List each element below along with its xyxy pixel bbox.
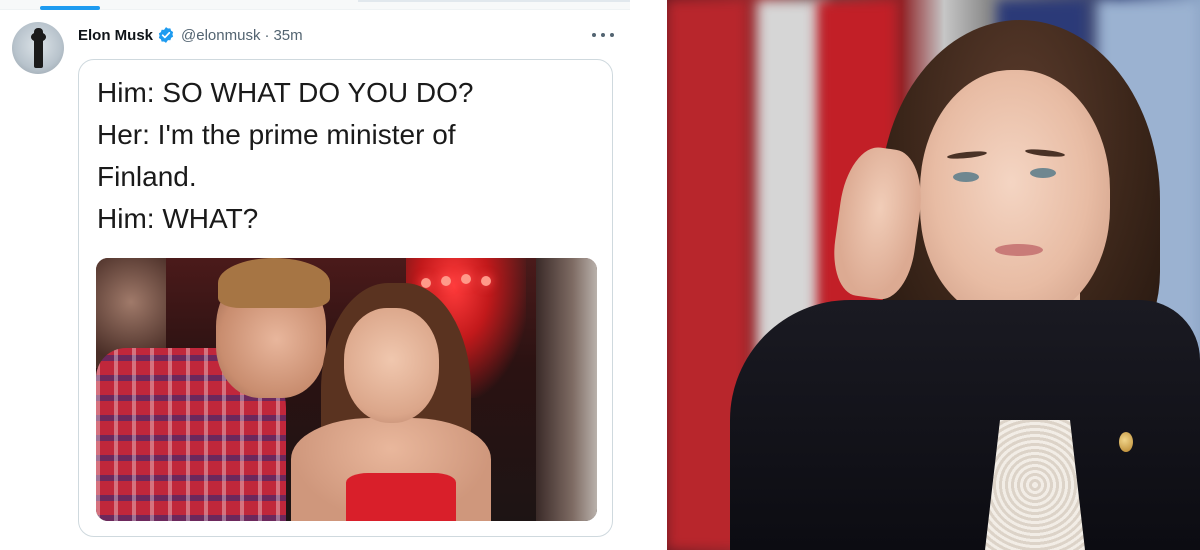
more-dot: [592, 33, 596, 37]
black-jacket: [730, 300, 1200, 550]
light-bulb: [441, 276, 451, 286]
more-options-icon[interactable]: [592, 26, 614, 44]
meme-caption: Him: SO WHAT DO YOU DO? Her: I'm the pri…: [97, 72, 597, 240]
light-bulb: [481, 276, 491, 286]
man-hair: [218, 258, 330, 308]
more-dot: [601, 33, 605, 37]
eye: [953, 172, 979, 182]
handle[interactable]: @elonmusk: [181, 27, 260, 44]
meme-line: Finland.: [97, 161, 197, 192]
avatar-silhouette: [31, 28, 46, 68]
woman-red-top: [346, 473, 456, 521]
lace-top: [985, 420, 1085, 550]
more-dot: [610, 33, 614, 37]
tweet-header: Elon Musk @elonmusk · 35m: [78, 25, 303, 45]
meme-line: Him: WHAT?: [97, 203, 259, 234]
display-name[interactable]: Elon Musk: [78, 27, 153, 44]
lips: [995, 244, 1043, 256]
tweet-panel: Elon Musk @elonmusk · 35m Him: SO WHAT D…: [0, 0, 630, 550]
top-divider: [358, 0, 630, 2]
meme-photo[interactable]: [96, 258, 597, 521]
separator-dot: ·: [264, 26, 270, 44]
eye: [1030, 168, 1056, 178]
tweet-media-card[interactable]: Him: SO WHAT DO YOU DO? Her: I'm the pri…: [78, 59, 613, 537]
meme-line: Him: SO WHAT DO YOU DO?: [97, 77, 474, 108]
woman-face: [344, 308, 439, 423]
timestamp[interactable]: 35m: [273, 27, 302, 44]
meme-line: Her: I'm the prime minister of: [97, 119, 456, 150]
background-person: [536, 258, 597, 521]
woman-face: [920, 70, 1110, 320]
active-tab-indicator: [40, 6, 100, 10]
verified-badge-icon: [158, 27, 174, 43]
light-bulb: [461, 274, 471, 284]
lapel-pin: [1119, 432, 1133, 452]
avatar[interactable]: [12, 22, 64, 74]
